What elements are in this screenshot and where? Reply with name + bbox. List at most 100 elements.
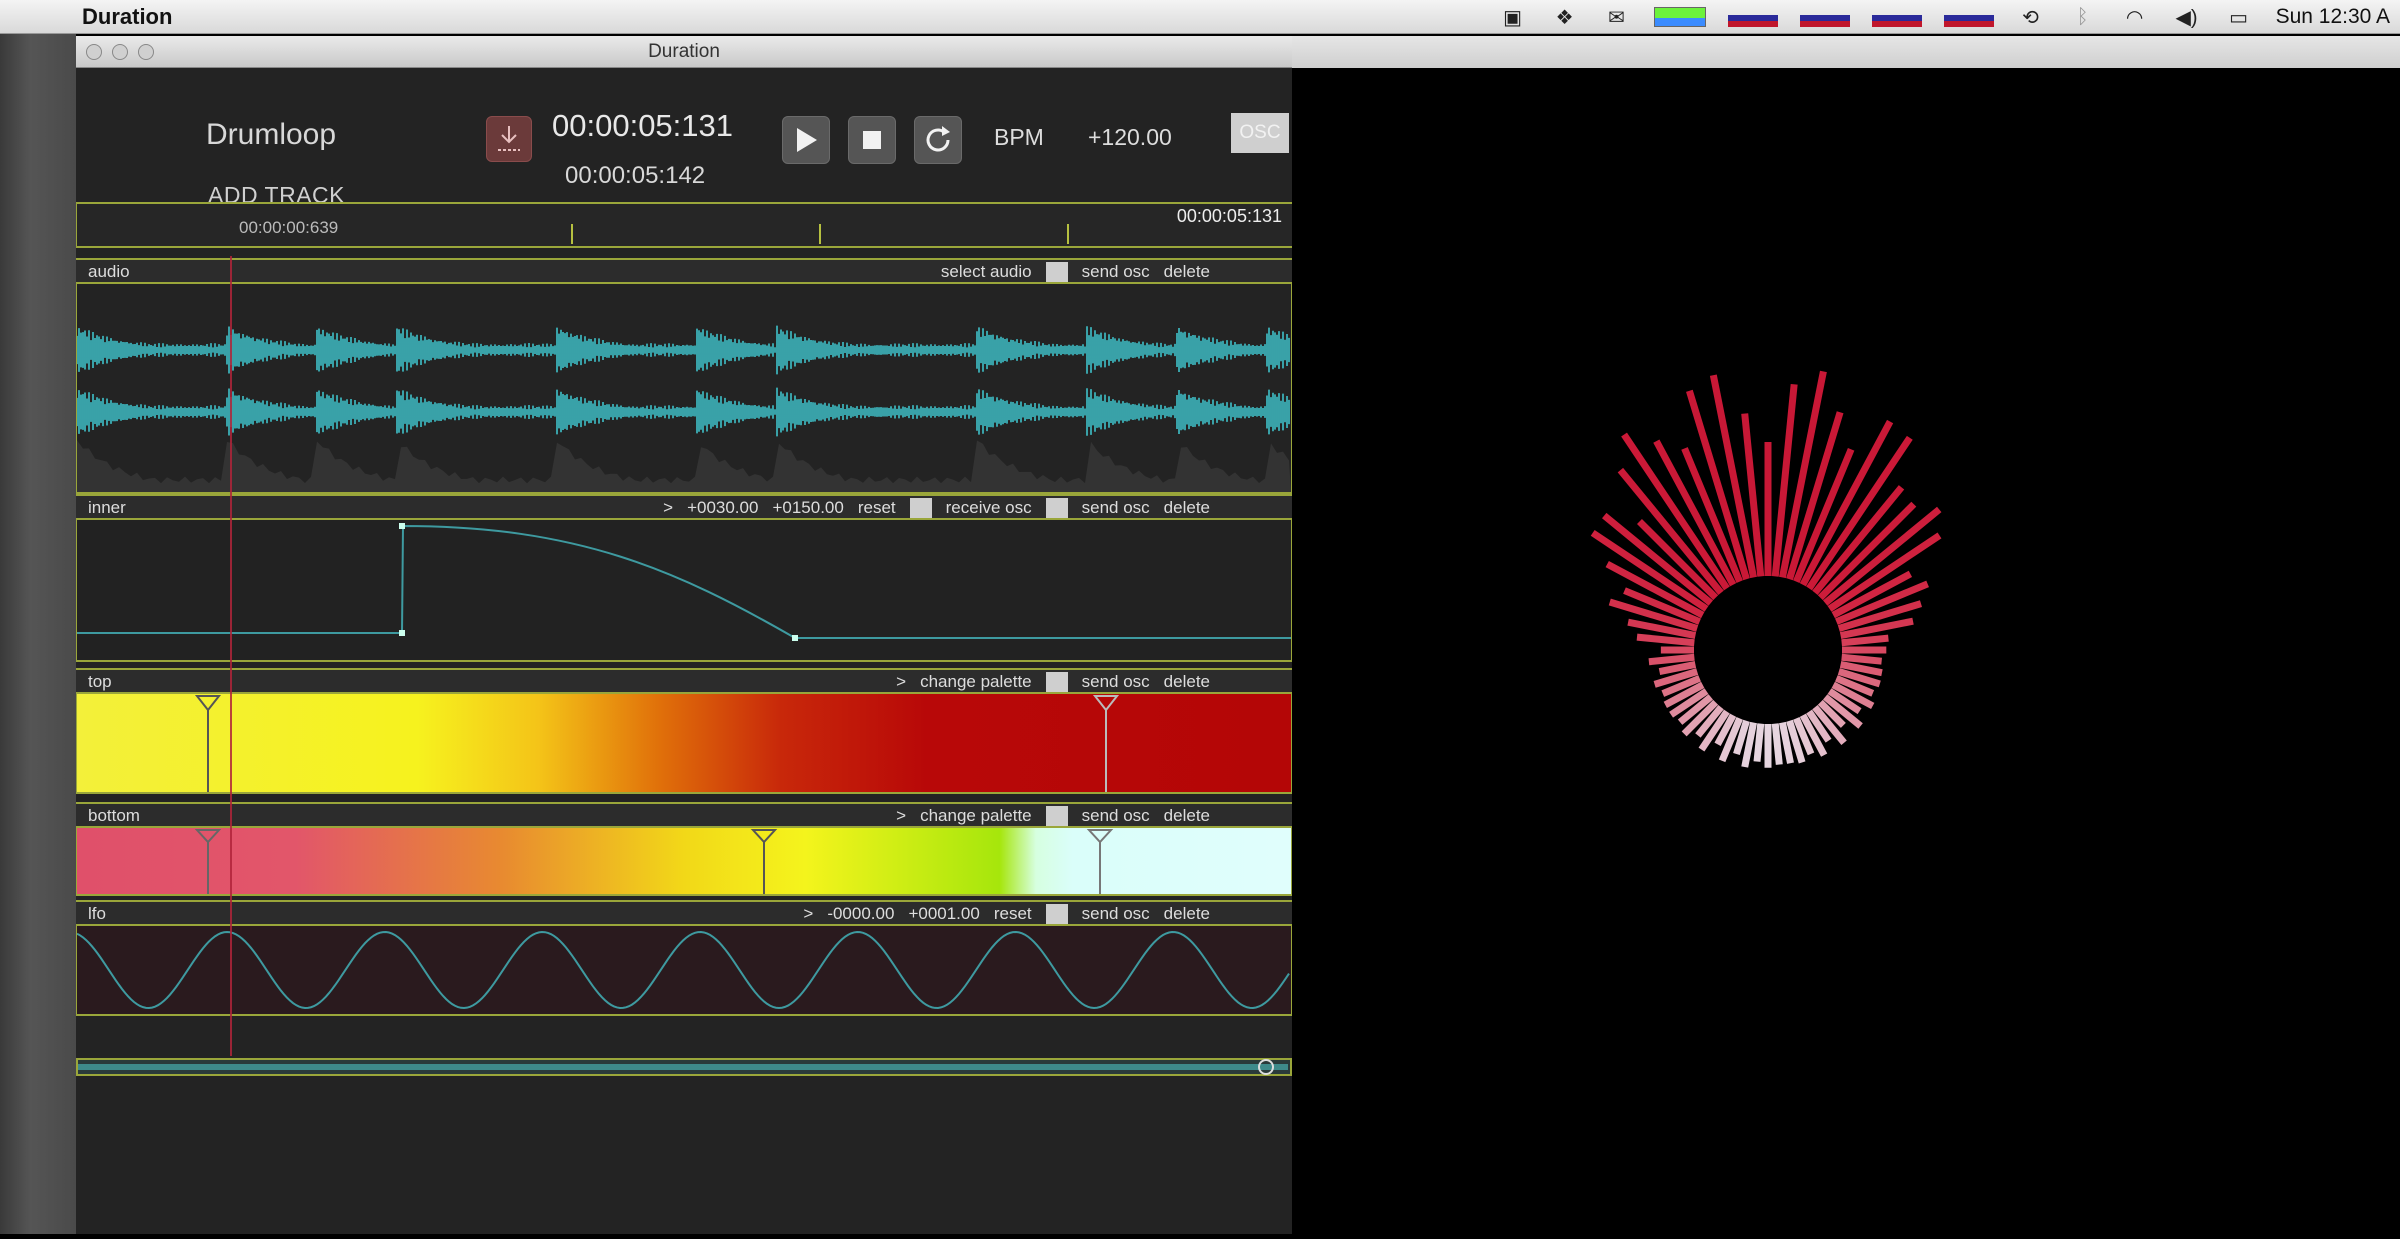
track-controls: > +0030.00 +0150.00 reset receive osc se… bbox=[663, 498, 1210, 518]
osc-button[interactable]: OSC bbox=[1231, 113, 1289, 153]
track-name[interactable]: top bbox=[88, 672, 112, 692]
track-name[interactable]: lfo bbox=[88, 904, 106, 924]
send-osc-toggle[interactable] bbox=[1045, 498, 1068, 518]
track-controls: > change palette send osc delete bbox=[896, 672, 1210, 692]
range-max[interactable]: +0001.00 bbox=[908, 904, 979, 924]
expand-arrow[interactable]: > bbox=[896, 672, 906, 692]
end-time: 00:00:05:131 bbox=[1176, 206, 1282, 226]
expand-arrow[interactable]: > bbox=[663, 498, 673, 518]
ruler-tick bbox=[1067, 224, 1069, 244]
range-min[interactable]: +0030.00 bbox=[687, 498, 758, 518]
timeline-scrollbar[interactable] bbox=[76, 1058, 1292, 1076]
play-icon bbox=[797, 128, 817, 152]
bluetooth-icon[interactable]: ᛒ bbox=[2068, 6, 2098, 28]
scrollbar-thumb[interactable] bbox=[78, 1064, 1288, 1070]
delete-track-button[interactable]: delete bbox=[1164, 904, 1210, 924]
track-header[interactable]: bottom > change palette send osc delete bbox=[76, 802, 1292, 828]
keyframe[interactable] bbox=[399, 523, 405, 529]
change-palette-button[interactable]: change palette bbox=[920, 672, 1032, 692]
burst-ray bbox=[1771, 723, 1783, 765]
palette-gradient[interactable] bbox=[76, 828, 1292, 896]
reset-button[interactable]: reset bbox=[994, 904, 1032, 924]
lfo-editor[interactable] bbox=[76, 926, 1292, 1016]
send-osc-toggle[interactable] bbox=[1045, 672, 1068, 692]
bpm-label: BPM bbox=[994, 124, 1044, 150]
window-titlebar[interactable]: Duration bbox=[76, 36, 1292, 68]
radial-burst-graphic bbox=[1590, 370, 1942, 768]
send-osc-toggle[interactable] bbox=[1045, 806, 1068, 826]
track-name[interactable]: inner bbox=[88, 498, 126, 518]
track-header[interactable]: inner > +0030.00 +0150.00 reset receive … bbox=[76, 494, 1292, 520]
send-osc-label[interactable]: send osc bbox=[1082, 904, 1150, 924]
track-name[interactable]: audio bbox=[88, 262, 130, 282]
delete-track-button[interactable]: delete bbox=[1164, 672, 1210, 692]
window-titlebar-extension bbox=[1292, 36, 2400, 68]
send-osc-toggle[interactable] bbox=[1045, 904, 1068, 924]
wifi-icon[interactable]: ◠ bbox=[2120, 6, 2150, 29]
receive-osc-toggle[interactable] bbox=[909, 498, 932, 518]
loop-button[interactable] bbox=[914, 116, 962, 164]
select-audio-button[interactable]: select audio bbox=[941, 262, 1032, 282]
zoom-window-button[interactable] bbox=[138, 43, 154, 60]
menu-app-name[interactable]: Duration bbox=[82, 4, 172, 30]
audio-waveform[interactable] bbox=[76, 284, 1292, 494]
curve-editor[interactable] bbox=[76, 520, 1292, 662]
reset-button[interactable]: reset bbox=[858, 498, 896, 518]
current-time-display: 00:00:05:131 bbox=[552, 108, 734, 143]
battery-icon[interactable]: ▭ bbox=[2224, 6, 2254, 29]
track-header[interactable]: lfo > -0000.00 +0001.00 reset send osc d… bbox=[76, 900, 1292, 926]
range-max[interactable]: +0150.00 bbox=[772, 498, 843, 518]
delete-track-button[interactable]: delete bbox=[1164, 498, 1210, 518]
timeline-ruler[interactable]: 00:00:00:639 00:00:05:131 bbox=[76, 202, 1292, 248]
track-name[interactable]: bottom bbox=[88, 806, 140, 826]
dropbox-icon[interactable]: ❖ bbox=[1550, 6, 1580, 29]
burst-ray bbox=[1636, 633, 1695, 647]
burst-ray bbox=[1841, 634, 1889, 647]
track-lfo: lfo > -0000.00 +0001.00 reset send osc d… bbox=[76, 900, 1292, 1016]
save-button[interactable] bbox=[486, 116, 532, 162]
stop-icon bbox=[863, 131, 881, 149]
network-graph-icon[interactable] bbox=[1799, 7, 1850, 27]
keyframe[interactable] bbox=[399, 630, 405, 636]
disk-graph-icon[interactable] bbox=[1871, 7, 1922, 27]
keyframe[interactable] bbox=[792, 635, 798, 641]
play-button[interactable] bbox=[782, 116, 830, 164]
send-osc-label[interactable]: send osc bbox=[1082, 806, 1150, 826]
duration-time-display[interactable]: 00:00:05:142 bbox=[565, 162, 705, 190]
activity-graph-icon[interactable] bbox=[1943, 7, 1994, 27]
close-window-button[interactable] bbox=[86, 43, 102, 60]
chat-icon[interactable]: ✉ bbox=[1602, 6, 1632, 29]
stop-button[interactable] bbox=[848, 116, 896, 164]
lfo-wave bbox=[77, 930, 1290, 1010]
playhead-time: 00:00:00:639 bbox=[239, 218, 339, 237]
palette-gradient[interactable] bbox=[76, 694, 1292, 794]
download-icon bbox=[498, 126, 520, 151]
track-header[interactable]: top > change palette send osc delete bbox=[76, 668, 1292, 694]
cpu-graph-icon[interactable] bbox=[1727, 7, 1778, 27]
expand-arrow[interactable]: > bbox=[896, 806, 906, 826]
track-controls: > change palette send osc delete bbox=[896, 806, 1210, 826]
track-inner: inner > +0030.00 +0150.00 reset receive … bbox=[76, 494, 1292, 662]
select-audio-toggle[interactable] bbox=[1045, 262, 1068, 282]
send-osc-label[interactable]: send osc bbox=[1082, 672, 1150, 692]
delete-track-button[interactable]: delete bbox=[1164, 262, 1210, 282]
volume-icon[interactable]: ◀) bbox=[2172, 6, 2202, 29]
zoom-handle[interactable] bbox=[1258, 1059, 1274, 1075]
track-header[interactable]: audio select audio send osc delete bbox=[76, 258, 1292, 284]
menu-clock[interactable]: Sun 12:30 A bbox=[2276, 5, 2390, 29]
send-osc-label[interactable]: send osc bbox=[1082, 498, 1150, 518]
camera-icon[interactable]: ▣ bbox=[1498, 6, 1528, 29]
document-name[interactable]: Drumloop bbox=[206, 118, 336, 152]
send-osc-label[interactable]: send osc bbox=[1082, 262, 1150, 282]
receive-osc-label[interactable]: receive osc bbox=[946, 498, 1032, 518]
desktop-background bbox=[0, 34, 76, 1234]
range-min[interactable]: -0000.00 bbox=[827, 904, 894, 924]
time-machine-icon[interactable]: ⟲ bbox=[2016, 6, 2046, 29]
minimize-window-button[interactable] bbox=[112, 43, 128, 60]
bpm-value[interactable]: +120.00 bbox=[1088, 124, 1172, 151]
playhead[interactable] bbox=[230, 256, 232, 1056]
delete-track-button[interactable]: delete bbox=[1164, 806, 1210, 826]
expand-arrow[interactable]: > bbox=[803, 904, 813, 924]
change-palette-button[interactable]: change palette bbox=[920, 806, 1032, 826]
memory-meter-icon[interactable] bbox=[1653, 7, 1706, 27]
